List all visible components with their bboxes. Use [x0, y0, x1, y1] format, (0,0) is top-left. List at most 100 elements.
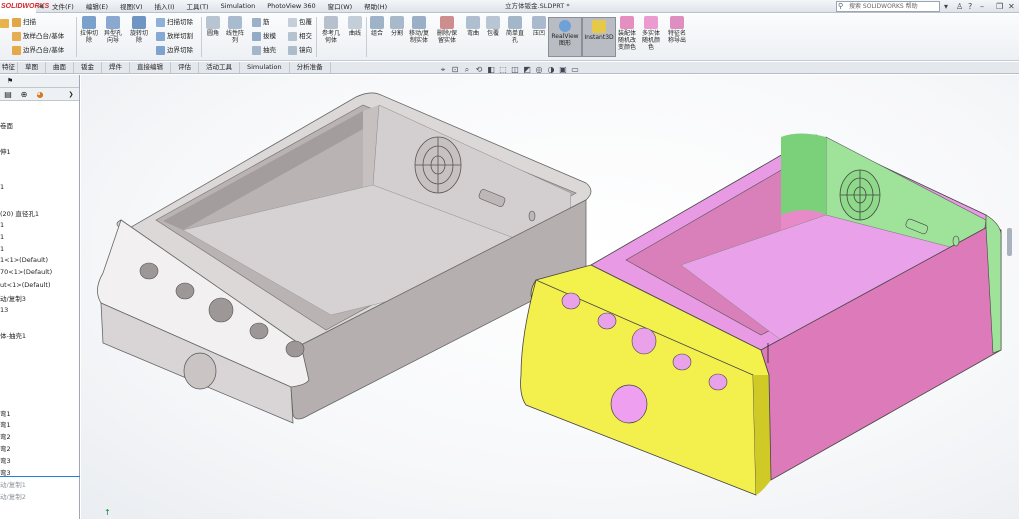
lofted-cut-button[interactable]: 放样切割 — [156, 31, 193, 42]
dynamic-annotation-icon[interactable]: ⬚ — [498, 65, 508, 75]
tree-item[interactable]: 1<1>(Default) — [0, 256, 48, 264]
wrap-button[interactable]: 包覆 — [288, 17, 312, 28]
tree-item[interactable]: (20) 直径孔1 — [0, 208, 39, 218]
tab-features[interactable]: 特征 — [0, 62, 18, 73]
view-settings-icon[interactable]: ▭ — [570, 65, 580, 75]
tree-item[interactable]: 1 — [0, 183, 4, 191]
tree-item[interactable]: 卷面 — [0, 120, 13, 130]
extrude-cut-button[interactable]: 拉伸切除 — [78, 16, 100, 44]
tree-item[interactable]: 13 — [0, 306, 8, 314]
view-orientation-icon[interactable]: ⌖ — [438, 65, 448, 75]
panel-resize-handle[interactable] — [1007, 228, 1012, 256]
menu-insert[interactable]: 插入(I) — [149, 1, 181, 11]
assembly-random-color-button[interactable]: 装配体随机改变颜色 — [616, 16, 638, 51]
user-icon[interactable]: ♙ — [956, 0, 963, 13]
tab-analysis-prep[interactable]: 分析准备 — [290, 62, 331, 73]
instant3d-toggle[interactable]: Instant3D — [582, 17, 616, 57]
tree-item[interactable]: 1 — [0, 245, 4, 253]
edit-appearance-icon[interactable]: ◑ — [546, 65, 556, 75]
appearance-tab-icon[interactable]: ◕ — [32, 88, 48, 101]
tree-item[interactable]: 弯1 — [0, 419, 11, 429]
swept-cut-button[interactable]: 扫描切除 — [156, 17, 193, 28]
menu-expand-icon[interactable]: ◀ — [36, 3, 46, 10]
shell-button[interactable]: 抽壳 — [252, 45, 276, 56]
menu-tools[interactable]: 工具(T) — [181, 1, 215, 11]
graphics-viewport[interactable] — [81, 75, 1019, 519]
tree-item-suppressed[interactable]: 动/复制1 — [0, 479, 26, 489]
move-copy-body-button[interactable]: 移动/复制实体 — [408, 16, 430, 44]
rollback-bar[interactable] — [0, 476, 80, 477]
tab-weldments[interactable]: 焊件 — [102, 62, 130, 73]
draft-button[interactable]: 拔模 — [252, 31, 276, 42]
display-style-icon[interactable]: ◩ — [522, 65, 532, 75]
section-view-icon[interactable]: ◧ — [486, 65, 496, 75]
sweep-button[interactable]: 扫描 — [12, 17, 36, 28]
split-button[interactable]: 分割 — [386, 16, 408, 37]
rib-button[interactable]: 筋 — [252, 17, 270, 28]
menu-window[interactable]: 窗口(W) — [322, 1, 359, 11]
restore-icon[interactable]: ❐ — [996, 0, 1003, 13]
panel-expand-icon[interactable]: ❯ — [63, 88, 79, 101]
feature-name-export-button[interactable]: 特征名称导出 — [666, 16, 688, 44]
menu-view[interactable]: 视图(V) — [114, 1, 149, 11]
linear-pattern-button[interactable]: 线性阵列 — [224, 16, 246, 44]
crosshair-tab-icon[interactable]: ⊕ — [16, 88, 32, 101]
tree-item[interactable]: ut<1>(Default) — [0, 281, 51, 289]
tree-item[interactable]: 伸1 — [0, 146, 11, 156]
indent-button[interactable]: 压凹 — [528, 16, 550, 37]
tree-item[interactable]: 70<1>(Default) — [0, 268, 52, 276]
feature-tree-tab-icon[interactable]: ▤ — [0, 88, 16, 101]
loft-boss-button[interactable]: 放样凸台/基体 — [12, 31, 64, 42]
menu-edit[interactable]: 编辑(E) — [80, 1, 114, 11]
fillet-button[interactable]: 圆角 — [202, 16, 224, 37]
mirror-button[interactable]: 镜向 — [288, 45, 312, 56]
tab-evaluate[interactable]: 评估 — [171, 62, 199, 73]
tree-item[interactable]: 1 — [0, 233, 4, 241]
search-input[interactable]: 搜索 SOLIDWORKS 帮助 — [836, 1, 940, 12]
tree-item[interactable]: 动/复制3 — [0, 293, 26, 303]
menu-file[interactable]: 文件(F) — [46, 1, 80, 11]
tab-sketch[interactable]: 草图 — [18, 62, 46, 73]
feature-manager-tab-icon[interactable]: ⚑ — [2, 75, 18, 88]
tree-item[interactable]: 1 — [0, 221, 4, 229]
minimize-icon[interactable]: – — [980, 0, 984, 13]
boundary-cut-button[interactable]: 边界切除 — [156, 45, 193, 56]
search-dropdown-icon[interactable]: ▾ — [944, 0, 948, 13]
multibody-random-color-button[interactable]: 多实体随机颜色 — [640, 16, 662, 51]
extrude-boss-button[interactable] — [0, 18, 11, 29]
delete-keep-body-button[interactable]: 删除/保留实体 — [436, 16, 458, 44]
intersect-button[interactable]: 相交 — [288, 31, 312, 42]
close-icon[interactable]: ✕ — [1008, 0, 1015, 13]
menu-help[interactable]: 帮助(H) — [358, 1, 393, 11]
tab-sheet-metal[interactable]: 钣金 — [74, 62, 102, 73]
flex-button[interactable]: 弯曲 — [462, 16, 484, 37]
revolve-cut-button[interactable]: 旋转切除 — [128, 16, 150, 44]
hide-show-items-icon[interactable]: ◎ — [534, 65, 544, 75]
tab-surfaces[interactable]: 曲面 — [46, 62, 74, 73]
reference-geometry-button[interactable]: 参考几何体 — [320, 16, 342, 44]
tree-item[interactable]: 弯2 — [0, 443, 11, 453]
view-orientation-cube-icon[interactable]: ◫ — [510, 65, 520, 75]
hole-wizard-button[interactable]: 异型孔向导 — [102, 16, 124, 44]
menu-simulation[interactable]: Simulation — [215, 2, 262, 10]
apply-scene-icon[interactable]: ▣ — [558, 65, 568, 75]
curves-button[interactable]: 曲线 — [344, 16, 366, 37]
help-button[interactable]: ? — [968, 0, 972, 13]
tree-item[interactable]: 弯3 — [0, 455, 11, 465]
simple-hole-button[interactable]: 简单直孔 — [504, 16, 526, 44]
zoom-to-fit-icon[interactable]: ⊡ — [450, 65, 460, 75]
realview-graphics-toggle[interactable]: RealView 图形 — [548, 17, 582, 57]
tab-direct-editing[interactable]: 直接编辑 — [130, 62, 171, 73]
tree-item[interactable]: 体-抽壳1 — [0, 330, 26, 340]
menu-photoview[interactable]: PhotoView 360 — [261, 2, 321, 10]
combine-button[interactable]: 组合 — [366, 16, 388, 37]
boundary-boss-button[interactable]: 边界凸台/基体 — [12, 45, 64, 56]
tab-simulation[interactable]: Simulation — [240, 62, 290, 73]
wrap-big-button[interactable]: 包覆 — [482, 16, 504, 37]
previous-view-icon[interactable]: ⟲ — [474, 65, 484, 75]
tab-active-tools[interactable]: 活动工具 — [199, 62, 240, 73]
zoom-to-area-icon[interactable]: ⌕ — [462, 65, 472, 75]
tree-item[interactable]: 弯1 — [0, 408, 11, 418]
tree-item[interactable]: 弯2 — [0, 431, 11, 441]
tree-item-suppressed[interactable]: 动/复制2 — [0, 491, 26, 501]
